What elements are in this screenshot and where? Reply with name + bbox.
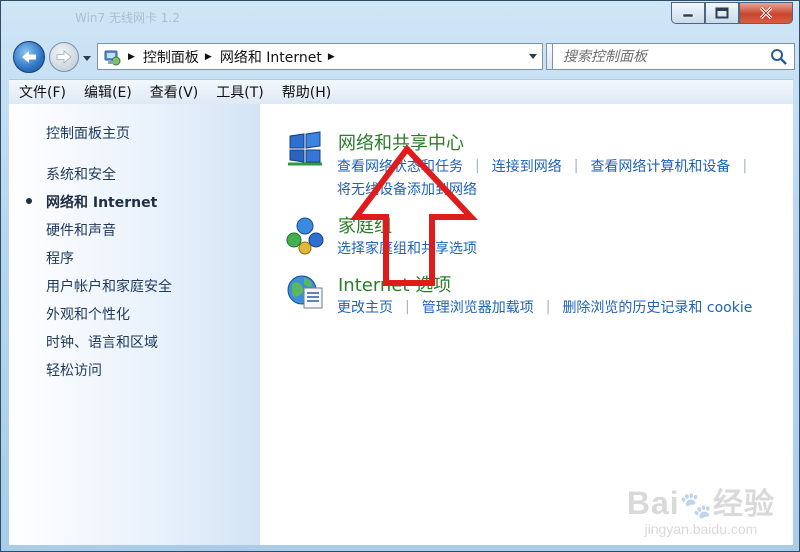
search-input[interactable] [561,47,770,66]
breadcrumb-control-panel[interactable]: 控制面板 [143,47,199,67]
menu-edit[interactable]: 编辑(E) [74,82,140,102]
task-divider: | [573,158,579,174]
chevron-down-icon [529,53,537,59]
network-sharing-icon [288,131,322,166]
search-icon[interactable] [770,48,788,66]
address-dropdown-button[interactable] [524,44,542,69]
homegroup-icon [286,217,324,255]
task-link[interactable]: 删除浏览的历史记录和 cookie [562,297,752,317]
breadcrumb-separator-icon[interactable]: ▶ [205,52,212,62]
caption-buttons [671,2,793,24]
task-divider: | [545,299,551,315]
sidebar-item-ease-of-access[interactable]: 轻松访问 [46,360,102,380]
sidebar-item-network-internet[interactable]: 网络和 Internet [46,192,157,212]
back-button[interactable] [13,41,45,73]
sidebar: 控制面板主页 系统和安全 网络和 Internet 硬件和声音 程序 用户帐户和… [9,104,260,545]
menu-help[interactable]: 帮助(H) [272,82,339,102]
forward-button[interactable] [49,42,79,72]
maximize-icon [715,7,729,19]
control-panel-icon [104,50,121,65]
sidebar-item-programs[interactable]: 程序 [46,248,74,268]
breadcrumb: ▶ 控制面板 ▶ 网络和 Internet ▶ [122,47,343,67]
control-panel-window: Win7 无线网卡 1.2 ▶ 控制面板 ▶ 网络和 Internet ▶ 搜索… [0,0,800,552]
sidebar-item-control-panel-home[interactable]: 控制面板主页 [46,123,130,143]
task-link[interactable]: 连接到网络 [492,156,562,176]
search-box[interactable] [552,43,795,70]
breadcrumb-separator-icon[interactable]: ▶ [328,52,335,62]
recent-pages-dropdown[interactable] [82,51,92,67]
window-title: Win7 无线网卡 1.2 [75,11,180,25]
title-bar[interactable]: Win7 无线网卡 1.2 [1,1,799,39]
sidebar-item-clock-language-region[interactable]: 时钟、语言和区域 [46,332,158,352]
navigation-bar: ▶ 控制面板 ▶ 网络和 Internet ▶ [9,41,795,75]
task-link[interactable]: 查看网络计算机和设备 [590,156,730,176]
sidebar-item-user-accounts[interactable]: 用户帐户和家庭安全 [46,276,172,296]
minimize-button[interactable] [671,2,705,24]
breadcrumb-separator-icon[interactable]: ▶ [128,52,135,62]
arrow-right-icon [56,50,72,64]
menu-bar: 文件(F) 编辑(E) 查看(V) 工具(T) 帮助(H) [9,79,793,105]
arrow-left-icon [22,51,36,63]
baidu-jingyan-watermark: Bai🐾经验 jingyan.baidu.com [627,479,775,537]
chevron-down-icon [83,56,91,61]
sidebar-item-appearance[interactable]: 外观和个性化 [46,304,130,324]
close-button[interactable] [739,2,793,24]
menu-view[interactable]: 查看(V) [140,82,207,102]
address-bar[interactable]: ▶ 控制面板 ▶ 网络和 Internet ▶ [97,43,543,70]
close-icon [759,7,773,19]
minimize-icon [682,13,694,18]
active-item-bullet-icon [26,198,32,204]
breadcrumb-network-internet[interactable]: 网络和 Internet [220,47,322,67]
watermark-logo: Bai🐾经验 [626,485,775,522]
maximize-button[interactable] [705,2,739,24]
sidebar-item-system-security[interactable]: 系统和安全 [46,164,116,184]
internet-options-icon [287,275,323,309]
sidebar-item-hardware-sound[interactable]: 硬件和声音 [46,220,116,240]
menu-tools[interactable]: 工具(T) [206,82,271,102]
annotation-arrow-icon [350,144,478,286]
watermark-url: jingyan.baidu.com [644,521,758,537]
menu-file[interactable]: 文件(F) [9,82,74,102]
task-divider: | [742,158,748,174]
